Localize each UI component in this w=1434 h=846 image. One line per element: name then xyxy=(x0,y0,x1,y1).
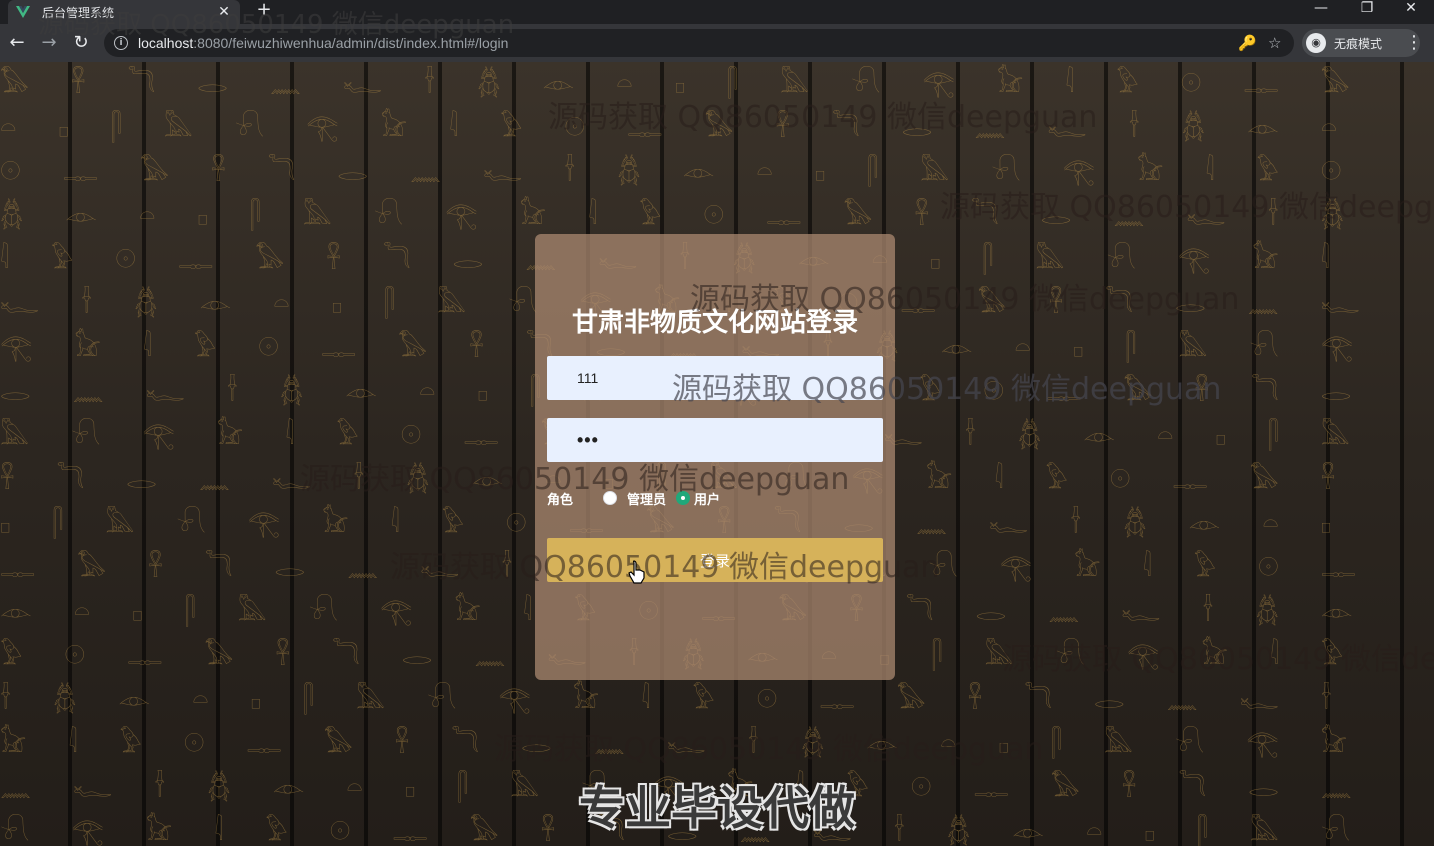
watermark-text: 源码获取 QQ86050149 微信deepguan xyxy=(1002,642,1434,677)
watermark-text: 源码获取 QQ86050149 微信deepguan xyxy=(390,550,940,585)
watermark-text: 源码获取 QQ86050149 微信deepguan xyxy=(690,282,1240,317)
hand-cursor-icon xyxy=(628,560,645,584)
watermark-text: 源码获取 QQ86050149 微信deepguan xyxy=(548,100,1098,135)
bookmark-star-icon[interactable]: ☆ xyxy=(1268,34,1281,52)
back-arrow-icon[interactable]: ← xyxy=(6,32,28,54)
incognito-label: 无痕模式 xyxy=(1334,36,1383,51)
window-close-button[interactable]: ✕ xyxy=(1388,0,1434,24)
incognito-icon: ◉ xyxy=(1306,33,1326,53)
watermark-text: 源码获取 QQ86050149 微信deepguan xyxy=(672,372,1222,407)
vue-logo-icon xyxy=(16,6,30,18)
minimize-button[interactable]: — xyxy=(1298,0,1344,24)
browser-menu-icon[interactable]: ⋮ xyxy=(1404,32,1424,53)
promo-banner: 专业毕设代做 xyxy=(579,781,855,835)
key-icon[interactable]: 🔑 xyxy=(1238,34,1257,52)
restore-button[interactable]: ❐ xyxy=(1344,0,1390,24)
watermark-text: 源码获取 QQ86050149 微信deepguan xyxy=(300,462,850,497)
watermark-text: 源码获取 QQ86050149 微信deepguan xyxy=(940,190,1434,225)
incognito-badge[interactable]: ◉ 无痕模式 xyxy=(1302,29,1420,57)
watermark-text: 源码获取 QQ86050149 微信deepguan xyxy=(38,10,515,40)
watermark-text: 源码获取 QQ86050149 微信deepguan xyxy=(494,732,1044,767)
login-page: 𓅃𓋹𓆓𓂋𓈖𓆑𓌂𓆣𓁹𓏏𓊪𓋴𓅓𓍯𓂀𓃠𓇋𓅱𓇳𓊃𓅃 𓏏𓊪𓋴𓅓𓍯𓂀𓃠𓇋𓅱𓇳𓊃𓅃𓋹𓆓𓂋𓈖𓆑𓌂… xyxy=(0,62,1434,846)
